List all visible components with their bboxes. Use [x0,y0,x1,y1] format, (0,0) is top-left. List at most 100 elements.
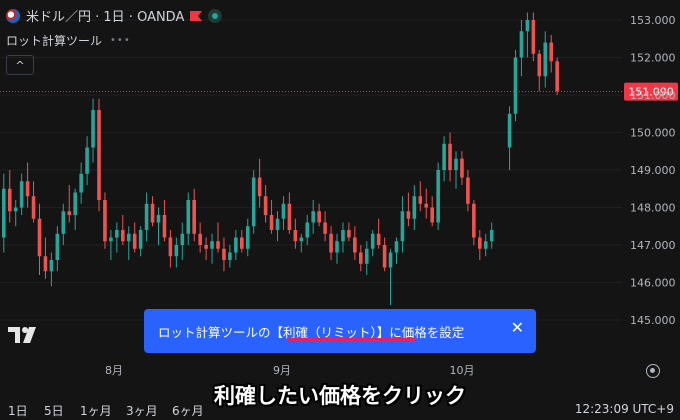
candle-body [341,230,345,242]
candle-body [507,113,512,148]
gear-icon[interactable] [646,364,660,378]
currency-flag-icon [6,8,20,23]
candle-body [245,226,250,249]
chevron-up-icon: ^ [15,58,25,72]
chart-grid [0,19,622,321]
candle-body [287,203,292,230]
price-tick-label: 152.000 [630,52,676,65]
candle-body [150,203,155,223]
time-tick-label: 8月 [105,364,123,377]
symbol-header[interactable]: 米ドル／円 · 1日 · OANDA [6,6,223,25]
candle-body [13,207,18,212]
candle-body [37,218,42,257]
clock-readout: 12:23:09 UTC+9 [574,402,674,416]
candle-body [19,181,24,208]
candle-body [55,233,60,260]
candle-body [376,233,381,245]
price-tick-label: 148.000 [630,202,676,215]
candle-body [537,53,542,77]
collapse-legend-button[interactable]: ^ [6,55,34,75]
price-tick-label: 151.000 [630,89,676,102]
candle-body [489,230,494,242]
flag-marker-icon[interactable] [190,10,203,21]
price-tick-label: 149.000 [630,164,676,177]
candle-body [132,233,137,249]
candle-body [418,196,423,204]
indicator-legend[interactable]: ロット計算ツール ••• [6,32,131,49]
candle-body [335,241,339,253]
candle-body [180,233,185,245]
time-tick-label: 9月 [273,364,291,377]
indicator-name: ロット計算ツール [6,34,103,48]
candle-body [483,241,488,249]
candle-body [436,170,440,223]
candle-body [210,241,214,249]
candle-body [281,203,286,219]
candle-body [359,252,363,264]
candle-body [121,230,125,242]
candle-body [412,196,417,219]
price-tick-label: 150.000 [630,127,676,140]
candle-body [25,181,30,197]
candle-body [109,237,113,242]
price-tick-label: 145.000 [630,314,676,327]
close-icon[interactable]: ✕ [511,318,524,337]
candle-body [43,256,48,272]
candle-body [353,237,357,253]
candle-body [257,177,262,197]
candle-body [531,20,536,54]
candle-body [97,110,101,200]
price-tick-label: 146.000 [630,277,676,290]
symbol-title: 米ドル／円 · 1日 · OANDA [26,10,185,25]
tradingview-logo-icon [8,327,36,343]
candle-body [7,188,12,212]
candle-body [478,237,482,249]
timeframe-button-5d[interactable]: 5日 [44,402,64,419]
market-status-icon[interactable] [208,8,223,23]
candle-body [275,218,280,230]
candle-body [204,245,208,249]
candle-body [240,237,244,249]
candle-body [400,211,405,242]
candle-body [394,241,399,253]
candle-body [2,188,6,238]
candle-body [162,215,167,238]
candle-body [186,200,191,234]
candle-body [406,211,411,219]
candle-body [103,200,107,242]
timeframe-button-1m[interactable]: 1ヶ月 [80,402,112,419]
timeframe-button-1d[interactable]: 1日 [8,402,28,419]
candle-body [269,215,274,230]
candle-body [73,192,77,215]
candle-body [329,233,333,253]
candle-body [115,230,119,238]
candle-body [67,211,72,215]
candle-body [549,42,553,62]
candle-body [442,143,446,170]
candle-body [364,248,369,264]
candle-body [144,203,149,230]
candle-body [424,203,429,208]
candle-body [251,177,256,227]
candle-body [192,200,196,234]
price-axis[interactable]: 153.000 152.000 151.000 150.000 149.000 148.0… [630,14,676,327]
candle-body [91,110,95,148]
price-tick-label: 147.000 [630,239,676,252]
candle-body [388,252,393,268]
candle-body [323,222,327,234]
candle-body [216,241,220,249]
candle-body [174,245,179,257]
indicator-more-icon[interactable]: ••• [110,35,131,46]
candle-body [263,196,268,215]
candle-body [513,57,518,114]
price-chart[interactable]: 151.090 153.000 152.000 151.000 150.000 149.… [0,0,680,420]
time-axis[interactable]: 8月 9月 10月 [105,364,475,377]
timeframe-button-3m[interactable]: 3ヶ月 [126,402,158,419]
candle-body [293,230,298,242]
candle-body [525,20,530,32]
candle-body [347,230,351,238]
timeframe-button-6m[interactable]: 6ヶ月 [172,402,204,419]
candle-body [311,211,315,223]
time-tick-label: 10月 [450,364,475,377]
candle-body [31,196,36,219]
